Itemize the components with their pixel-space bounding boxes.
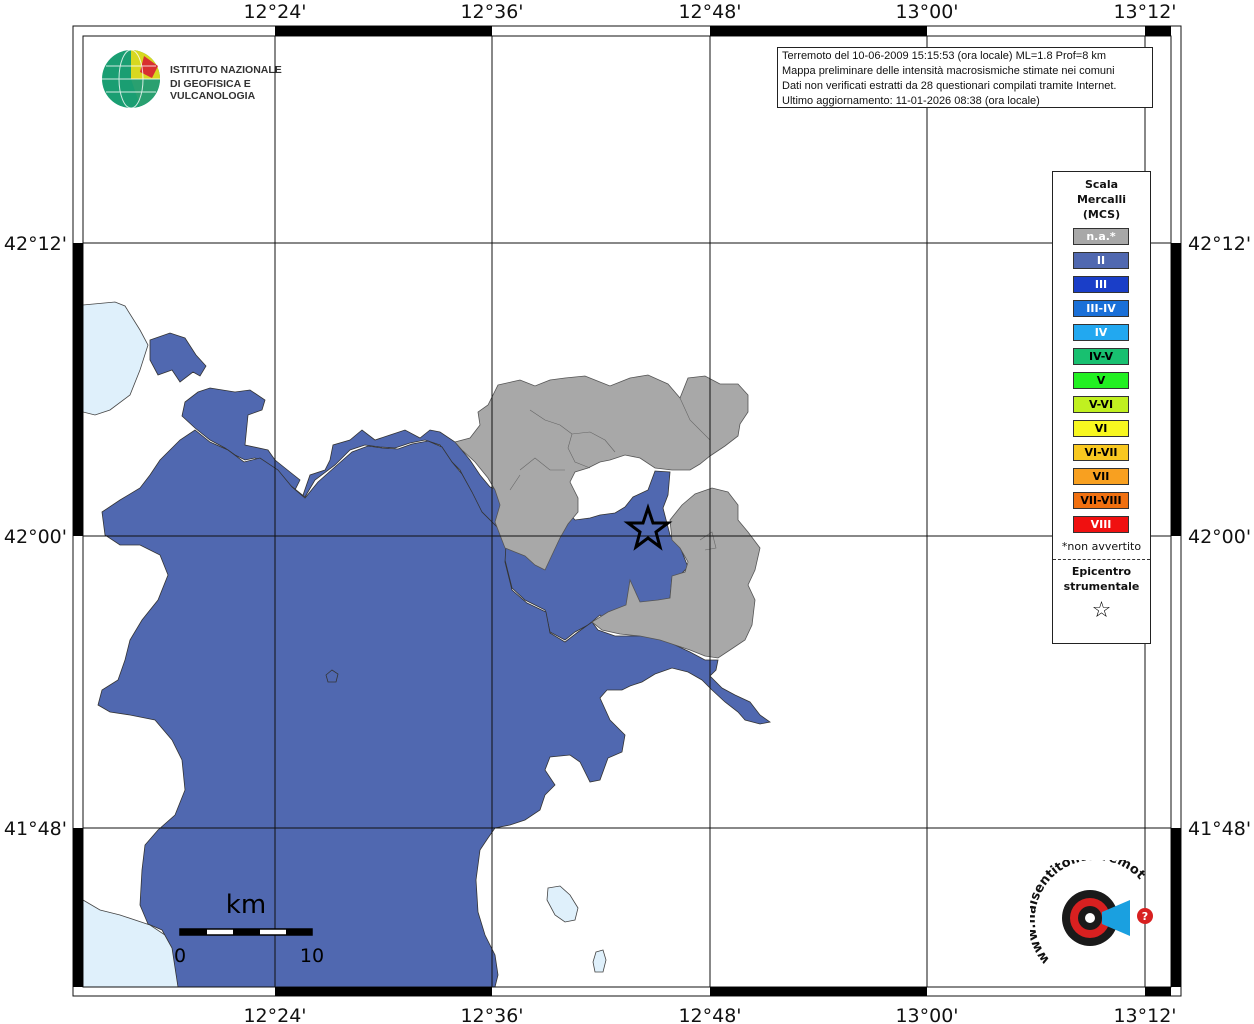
latitude-labels-right: 42°12' 42°00' 41°48'	[1188, 233, 1251, 840]
legend-epi-line: Epicentro	[1071, 565, 1132, 578]
info-line: Mappa preliminare delle intensità macros…	[782, 65, 1115, 77]
latitude-labels-left: 42°12' 42°00' 41°48'	[4, 233, 67, 840]
legend-swatch: V	[1073, 372, 1129, 389]
legend-swatches: n.a.* II III III-IV IV IV-V V V-VI VI VI-VII VII VI…	[1053, 228, 1150, 533]
lat-tick-right: 42°00'	[1188, 526, 1251, 548]
legend-swatch: IV-V	[1073, 348, 1129, 365]
lon-tick-top: 12°24'	[243, 1, 306, 23]
ingv-logo: ISTITUTO NAZIONALE DI GEOFISICA E VULCAN…	[100, 48, 320, 110]
legend-swatch: VIII	[1073, 516, 1129, 533]
legend-title-line: Scala	[1084, 178, 1119, 191]
scale-min: 0	[174, 945, 186, 967]
legend-swatch: VII-VIII	[1073, 492, 1129, 509]
lon-tick-top: 12°48'	[678, 1, 741, 23]
legend-swatch: III-IV	[1073, 300, 1129, 317]
lon-tick-bottom: 13°00'	[895, 1005, 958, 1024]
legend-divider	[1053, 559, 1150, 560]
lat-tick-right: 42°12'	[1188, 233, 1251, 255]
info-line: Terremoto del 10-06-2009 15:15:53 (ora l…	[782, 50, 1107, 62]
legend-star-icon: ☆	[1091, 598, 1112, 623]
event-info-box: Terremoto del 10-06-2009 15:15:53 (ora l…	[777, 47, 1153, 108]
ingv-name-line1: ISTITUTO NAZIONALE	[170, 64, 282, 76]
mcs-legend: Scala Mercalli (MCS) n.a.* II III III-IV IV I…	[1052, 171, 1151, 644]
info-line: Ultimo aggiornamento: 11-01-2026 08:38 (…	[782, 95, 1040, 107]
lon-tick-bottom: 12°36'	[460, 1005, 523, 1024]
scale-unit: km	[226, 890, 266, 920]
legend-swatch: VI	[1073, 420, 1129, 437]
lon-tick-top: 13°12'	[1113, 1, 1176, 23]
ingv-name-line2: DI GEOFISICA E VULCANOLOGIA	[170, 78, 256, 102]
legend-title-line: (MCS)	[1082, 208, 1121, 221]
lon-tick-top: 13°00'	[895, 1, 958, 23]
haisentito-logo: ? www.haisentitoilterremoto.it	[1030, 860, 1153, 967]
legend-epi-line: strumentale	[1063, 580, 1140, 593]
lon-tick-bottom: 12°24'	[243, 1005, 306, 1024]
longitude-labels-top: 12°24' 12°36' 12°48' 13°00' 13°12'	[243, 1, 1176, 23]
longitude-labels-bottom: 12°24' 12°36' 12°48' 13°00' 13°12'	[243, 1005, 1176, 1024]
legend-title-line: Mercalli	[1076, 193, 1127, 206]
legend-swatch: II	[1073, 252, 1129, 269]
lon-tick-bottom: 13°12'	[1113, 1005, 1176, 1024]
lat-tick-left: 42°00'	[4, 526, 67, 548]
globe-icon	[102, 49, 160, 109]
question-icon: ?	[1142, 910, 1148, 923]
legend-swatch: V-VI	[1073, 396, 1129, 413]
legend-swatch: VI-VII	[1073, 444, 1129, 461]
legend-epicenter-label: Epicentro strumentale	[1053, 564, 1150, 594]
legend-swatch: VII	[1073, 468, 1129, 485]
legend-swatch: n.a.*	[1073, 228, 1129, 245]
legend-note: *non avvertito	[1061, 540, 1142, 553]
lon-tick-top: 12°36'	[460, 1, 523, 23]
lat-tick-left: 42°12'	[4, 233, 67, 255]
legend-swatch: III	[1073, 276, 1129, 293]
lat-tick-left: 41°48'	[4, 818, 67, 840]
info-line: Dati non verificati estratti da 28 quest…	[782, 80, 1117, 92]
legend-title: Scala Mercalli (MCS)	[1053, 177, 1150, 222]
legend-swatch: IV	[1073, 324, 1129, 341]
scale-max: 10	[300, 945, 324, 967]
lat-tick-right: 41°48'	[1188, 818, 1251, 840]
lon-tick-bottom: 12°48'	[678, 1005, 741, 1024]
